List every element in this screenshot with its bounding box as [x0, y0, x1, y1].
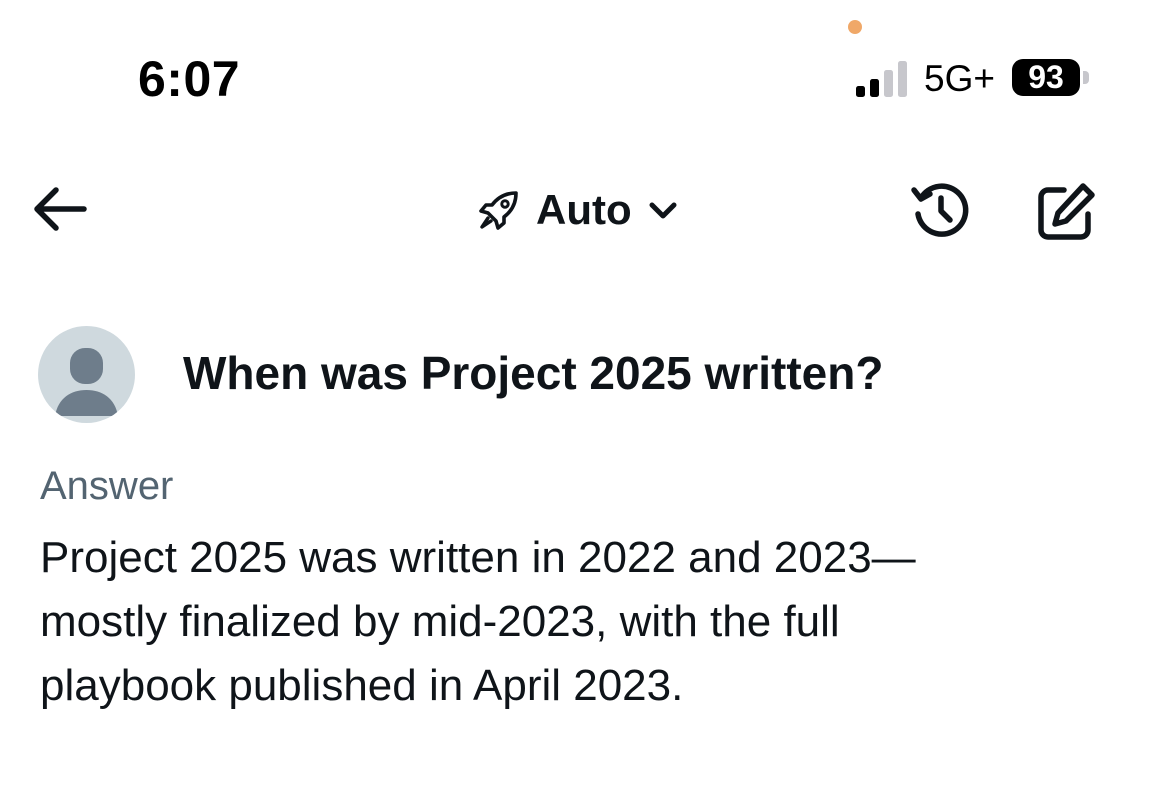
- history-icon: [911, 183, 969, 237]
- top-nav-bar: Auto: [0, 170, 1170, 250]
- avatar: [38, 326, 135, 423]
- question-text: When was Project 2025 written?: [183, 347, 884, 399]
- user-question-row: When was Project 2025 written?: [38, 326, 1138, 424]
- back-button[interactable]: [30, 182, 90, 236]
- answer-heading: Answer: [40, 464, 174, 508]
- cellular-signal-icon: [856, 61, 907, 97]
- status-bar: 6:07 5G+ 93: [0, 0, 1170, 130]
- battery-level: 93: [1028, 59, 1064, 95]
- battery-cap: [1083, 71, 1089, 84]
- privacy-indicator-dot: [848, 20, 862, 34]
- default-avatar-icon: [55, 348, 118, 416]
- back-arrow-icon: [34, 187, 87, 231]
- answer-line: playbook published in April 2023.: [40, 661, 684, 710]
- compose-icon: [1038, 183, 1095, 240]
- rocket-icon: [479, 191, 518, 230]
- network-type: 5G+: [924, 58, 995, 99]
- answer-line: mostly finalized by mid-2023, with the f…: [40, 597, 840, 646]
- new-chat-button[interactable]: [1032, 178, 1100, 246]
- status-time: 6:07: [138, 51, 241, 107]
- model-selector-dropdown[interactable]: Auto: [476, 180, 680, 240]
- answer-line: Project 2025 was written in 2022 and 202…: [40, 533, 916, 582]
- history-button[interactable]: [908, 178, 974, 244]
- battery-icon: 93: [1012, 59, 1080, 96]
- answer-body: Project 2025 was written in 2022 and 202…: [40, 526, 1100, 718]
- model-label: Auto: [536, 186, 632, 233]
- chevron-down-icon: [649, 202, 677, 219]
